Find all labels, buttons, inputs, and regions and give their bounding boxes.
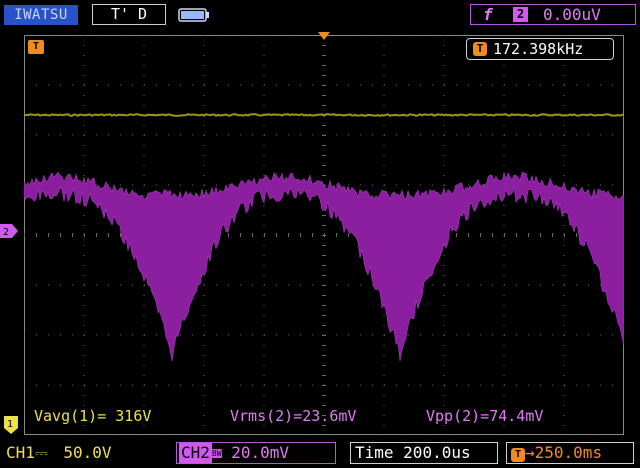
trigger-source-badge: 2 [513,7,528,22]
bandwidth-limit-icon: BW [211,449,222,458]
trigger-delay-status[interactable]: T →250.0ms [506,442,634,464]
svg-text:1: 1 [7,419,13,430]
ch2-ground-marker-icon[interactable]: 2 [0,224,18,238]
frequency-value: 172.398kHz [493,40,584,58]
trigger-delay-value: 250.0ms [534,443,603,462]
time-scale: 200.0us [403,443,471,462]
measurement-vpp-ch2: Vpp(2)=74.4mV [426,407,544,425]
trigger-icon: T [473,42,487,56]
frequency-counter: T 172.398kHz [466,38,614,60]
battery-icon [178,8,209,22]
trigger-settings[interactable]: f 2 0.00uV [470,4,636,25]
ch2-scale: 20.0mV [231,443,289,462]
trigger-time-marker-icon[interactable] [318,32,330,40]
svg-text:2: 2 [3,227,9,238]
waveform-display[interactable] [24,35,624,435]
ch2-status[interactable]: CH2 BW 20.0mV [176,442,336,464]
brand-logo: IWATSU [4,5,78,25]
ch1-status[interactable]: CH1⎓ 50.0V [6,442,144,464]
run-state-indicator[interactable]: T' D [92,4,166,25]
ch1-waveform [24,113,624,117]
trigger-level: 0.00uV [543,5,601,24]
ch1-scale: 50.0V [63,443,112,462]
timebase-status[interactable]: Time 200.0us [350,442,498,464]
time-label: Time [355,443,394,462]
trigger-position-icon: T [28,40,44,54]
measurement-vrms-ch2: Vrms(2)=23.6mV [230,407,357,425]
trigger-delay-arrow: → [525,443,535,462]
ch1-ground-marker-icon[interactable]: 1 [4,416,18,434]
measurement-vavg-ch1: Vavg(1)= 316V [34,407,152,425]
trigger-slope-icon: f [483,5,493,24]
trigger-delay-icon: T [511,448,525,462]
dc-coupling-icon: ⎓ [34,443,48,462]
ch1-label: CH1 [6,443,35,462]
ch2-label: CH2 [179,443,212,463]
